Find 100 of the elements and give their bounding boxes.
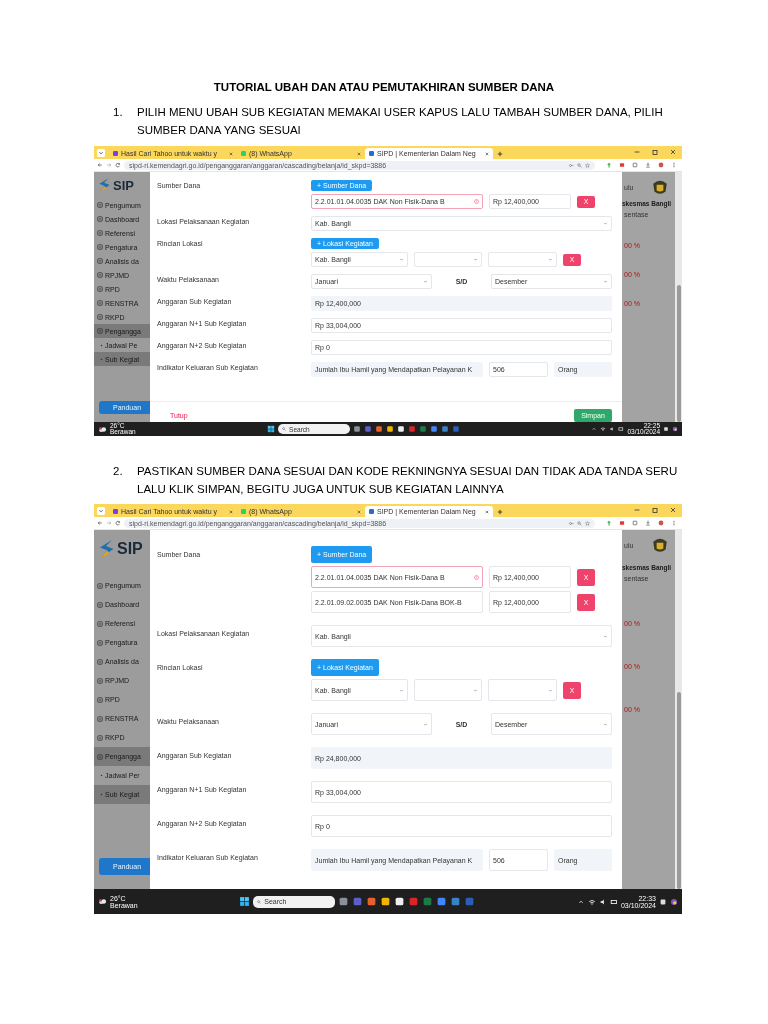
emblem-icon: [651, 536, 669, 554]
nav-icon: [97, 272, 103, 278]
plus-icon[interactable]: [497, 509, 503, 515]
windows-logo-icon[interactable]: [239, 896, 251, 907]
nav-icon: [97, 202, 103, 208]
weather-icon[interactable]: [98, 425, 107, 433]
extension-icon[interactable]: [606, 162, 612, 168]
search-icon: [282, 427, 287, 431]
extension-icon[interactable]: [606, 520, 612, 526]
nav-icon: [97, 286, 103, 292]
step-instruction: PILIH MENU UBAH SUB KEGIATAN MEMAKAI USER KAPUS LALU TAMBAH SUMBER DANA, PILIH SUMBER DANA YANG SESUAI: [137, 105, 664, 138]
download-icon[interactable]: [645, 162, 651, 168]
site-icon: [369, 509, 374, 514]
back-arrow-icon[interactable]: [97, 520, 103, 526]
nav-icon: [97, 258, 103, 264]
document-title: TUTORIAL UBAH DAN ATAU PEMUTAKHIRAN SUMBER DANA: [212, 80, 556, 94]
nav-icon: [97, 314, 103, 320]
download-icon[interactable]: [645, 520, 651, 526]
chevron-icon: [423, 721, 428, 727]
site-icon: [369, 151, 374, 156]
close-icon[interactable]: [669, 505, 677, 514]
zoom-icon[interactable]: [577, 162, 582, 168]
chevron-icon: [603, 721, 608, 727]
chevron-icon: [548, 257, 553, 262]
wifi-icon[interactable]: [587, 897, 596, 906]
search-icon: [257, 899, 262, 904]
chevron-icon: [548, 687, 553, 693]
nav-icon: [97, 328, 103, 334]
chevron-icon: [603, 633, 608, 639]
avatar-icon[interactable]: [658, 520, 664, 526]
back-arrow-icon[interactable]: [97, 162, 103, 168]
select-field[interactable]: [488, 679, 557, 701]
reload-icon[interactable]: [115, 520, 121, 526]
nav-icon: [97, 639, 103, 646]
logo-text: SIP: [117, 541, 143, 557]
app-icon[interactable]: [380, 896, 392, 907]
nav-icon: [97, 715, 103, 722]
chevron-icon: [473, 687, 478, 693]
reload-icon[interactable]: [115, 162, 121, 168]
close-icon[interactable]: [669, 147, 677, 156]
battery-icon[interactable]: [618, 426, 625, 432]
chevron-icon: [399, 687, 404, 693]
avatar-icon[interactable]: [658, 162, 664, 168]
chevron-icon[interactable]: [97, 149, 105, 157]
nav-icon: [97, 677, 103, 684]
scrollbar-thumb[interactable]: [676, 691, 681, 889]
emblem-icon: [651, 178, 669, 196]
chevron-icon[interactable]: [97, 507, 105, 515]
warning-icon: [474, 199, 479, 204]
nav-icon: [97, 230, 103, 236]
logo-icon: [97, 177, 111, 193]
extension-icon[interactable]: [619, 520, 625, 526]
nav-icon: [97, 620, 103, 627]
select-field[interactable]: [414, 252, 482, 267]
step-number: 1.: [113, 105, 124, 120]
step-number: 2.: [113, 464, 124, 479]
nav-icon: [97, 696, 103, 703]
select-field[interactable]: [488, 252, 557, 267]
scrollbar-thumb[interactable]: [676, 284, 681, 422]
zoom-icon[interactable]: [577, 520, 582, 526]
star-icon[interactable]: [585, 520, 590, 526]
app-icon[interactable]: [394, 896, 406, 907]
restore-icon[interactable]: [651, 505, 659, 514]
select-field[interactable]: [414, 679, 482, 701]
nav-icon: [97, 582, 103, 589]
logo-text: SIP: [113, 178, 134, 192]
wifi-icon[interactable]: [600, 426, 607, 432]
logo-icon: [97, 538, 115, 560]
extension-icon[interactable]: [619, 162, 625, 168]
chevron-icon: [423, 279, 428, 284]
chevron-icon: [399, 257, 404, 262]
notification-icon[interactable]: [659, 897, 667, 906]
star-icon[interactable]: [585, 162, 590, 168]
nav-icon: [97, 753, 103, 760]
nav-icon: [97, 601, 103, 608]
key-icon[interactable]: [569, 520, 574, 526]
notification-icon[interactable]: [663, 426, 669, 432]
site-icon: [241, 509, 246, 514]
speaker-icon[interactable]: [609, 426, 616, 432]
speaker-icon[interactable]: [598, 897, 607, 906]
nav-icon: [97, 734, 103, 741]
key-icon[interactable]: [569, 162, 574, 168]
weather-icon[interactable]: [98, 898, 107, 905]
site-icon: [113, 151, 118, 156]
warning-icon: [474, 574, 479, 580]
site-icon: [241, 151, 246, 156]
site-icon: [113, 509, 118, 514]
plus-icon[interactable]: [497, 151, 503, 157]
step-instruction: PASTIKAN SUMBER DANA SESUAI DAN KODE REKNINGNYA SESUAI DAN TIDAK ADA TANDA SERU LALU KLIK SIMPAN, BEGITU JUGA UNTUK SUB KEGIATAN LAINNYA: [137, 464, 679, 497]
chevron-icon: [603, 221, 608, 226]
chevron-icon: [473, 257, 478, 262]
battery-icon[interactable]: [609, 897, 618, 906]
nav-icon: [97, 244, 103, 250]
nav-icon: [97, 300, 103, 306]
restore-icon[interactable]: [651, 147, 659, 156]
chevron-icon: [603, 279, 608, 284]
nav-icon: [97, 216, 103, 222]
windows-logo-icon[interactable]: [267, 425, 276, 433]
chevron-icon[interactable]: [591, 426, 598, 432]
nav-icon: [97, 658, 103, 665]
